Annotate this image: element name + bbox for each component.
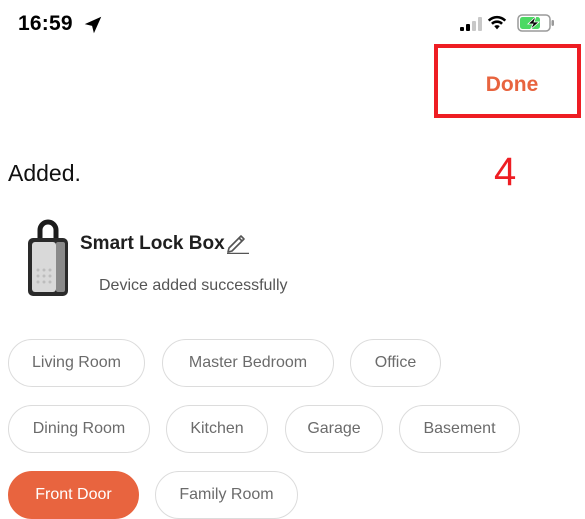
status-bar: 16:59 — [0, 0, 585, 44]
step-number-annotation: 4 — [494, 150, 517, 194]
room-chip-living-room[interactable]: Living Room — [8, 339, 145, 387]
room-chip-kitchen[interactable]: Kitchen — [166, 405, 268, 453]
lock-box-icon — [28, 219, 68, 296]
room-chip-garage[interactable]: Garage — [285, 405, 383, 453]
room-chip-master-bedroom[interactable]: Master Bedroom — [162, 339, 334, 387]
device-status: Device added successfully — [99, 277, 288, 294]
page-title: Added. — [8, 160, 81, 186]
location-arrow-icon — [84, 16, 102, 34]
room-chip-front-door[interactable]: Front Door — [8, 471, 139, 519]
status-time: 16:59 — [18, 12, 73, 35]
wifi-icon — [487, 15, 507, 30]
done-button[interactable]: Done — [456, 70, 568, 100]
device-name: Smart Lock Box — [80, 233, 225, 254]
room-chip-family-room[interactable]: Family Room — [155, 471, 298, 519]
room-chip-office[interactable]: Office — [350, 339, 441, 387]
cellular-signal-icon — [460, 17, 482, 31]
pencil-icon[interactable] — [225, 230, 249, 254]
room-chip-basement[interactable]: Basement — [399, 405, 520, 453]
room-chip-dining-room[interactable]: Dining Room — [8, 405, 150, 453]
battery-charging-icon — [517, 14, 554, 32]
